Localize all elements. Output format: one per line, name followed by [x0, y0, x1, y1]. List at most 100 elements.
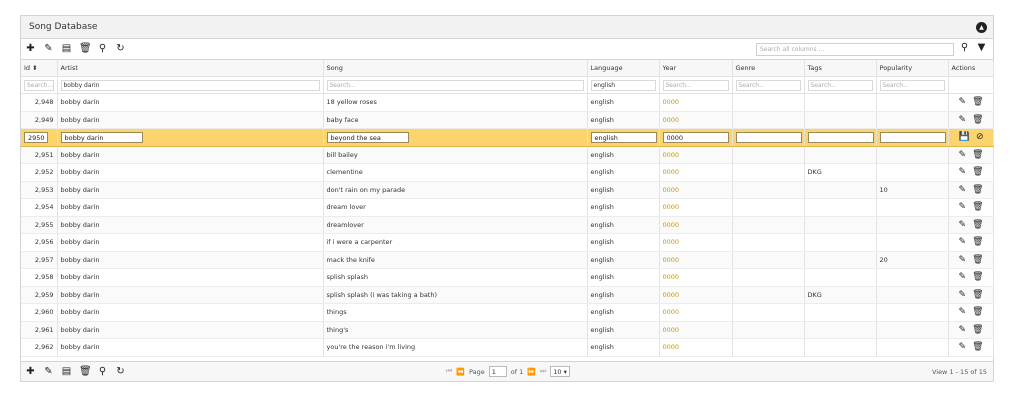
rows-per-page-select[interactable]: 10 ▾ [550, 366, 570, 377]
table-row-editing[interactable]: 2950 bobby darin beyond the sea english 0000… [21, 128, 994, 147]
filter-id-input[interactable]: Search... [24, 79, 54, 91]
plus-icon[interactable]: ✚ [25, 43, 36, 55]
column-header-year[interactable]: Year [659, 59, 733, 77]
pencil-icon[interactable]: ✎ [959, 167, 967, 177]
save-icon[interactable]: 💾 [959, 132, 970, 142]
cell-year: 0000 [659, 338, 733, 357]
table-row[interactable]: 2,962 bobby darin you're the reason i'm li… [21, 338, 994, 357]
trash-icon[interactable]: 🗑 [972, 202, 983, 212]
trash-icon[interactable]: 🗑 [972, 307, 983, 317]
cell-popularity [876, 163, 949, 182]
table-row[interactable]: 2,959 bobby darin splish splash (i was tak… [21, 286, 994, 304]
table-row[interactable]: 2,953 bobby darin don't rain on my parade e… [21, 181, 994, 199]
table-row[interactable]: 2,954 bobby darin dream lover english 0000 ✎ 🗑 [21, 198, 994, 217]
cell-year: 0000 [659, 181, 733, 199]
prev-page-icon[interactable]: ⏪ [456, 368, 465, 376]
edit-song-input[interactable]: beyond the sea [326, 131, 409, 143]
trash-icon[interactable]: 🗑 [972, 325, 983, 335]
filter-tags-input[interactable]: Search... [807, 79, 873, 91]
search-icon[interactable]: ⚲ [97, 43, 108, 55]
cell-language: english [587, 303, 660, 322]
page-number-input[interactable]: 1 [488, 366, 507, 377]
cell-song: thing's [323, 321, 588, 339]
filter-language-input[interactable]: english [590, 79, 656, 91]
trash-icon[interactable]: 🗑 [972, 150, 983, 160]
table-row[interactable]: 2,948 bobby darin 18 yellow roses english 00… [21, 93, 994, 112]
table-row[interactable]: 2,952 bobby darin clementine english 0000 DKG… [21, 163, 994, 182]
trash-icon[interactable]: 🗑 [79, 366, 92, 378]
document-icon[interactable]: ▤ [61, 366, 72, 378]
cell-artist: bobby darin [57, 321, 324, 339]
table-row[interactable]: 2,949 bobby darin baby face english 0000 ✎ 🗑 [21, 111, 994, 129]
pencil-icon[interactable]: ✎ [959, 272, 967, 282]
column-header-song[interactable]: Song [323, 59, 588, 77]
trash-icon[interactable]: 🗑 [972, 115, 983, 125]
first-page-icon[interactable]: ⏮ [446, 367, 452, 376]
filter-icon[interactable]: ▼ [976, 42, 987, 54]
refresh-icon[interactable]: ↻ [115, 366, 126, 378]
pencil-icon[interactable]: ✎ [959, 325, 967, 335]
pencil-icon[interactable]: ✎ [959, 255, 967, 265]
search-icon[interactable]: ⚲ [97, 366, 108, 378]
filter-genre-input[interactable]: Search... [735, 79, 801, 91]
trash-icon[interactable]: 🗑 [972, 272, 983, 282]
plus-icon[interactable]: ✚ [25, 366, 36, 378]
trash-icon[interactable]: 🗑 [972, 97, 983, 107]
search-icon[interactable]: ⚲ [959, 42, 970, 54]
cancel-icon[interactable]: ⊘ [976, 132, 984, 142]
filter-artist-input[interactable]: bobby darin [60, 79, 320, 91]
column-header-artist[interactable]: Artist [57, 59, 324, 77]
filter-year-input[interactable]: Search... [662, 79, 729, 91]
last-page-icon[interactable]: ⏭ [540, 367, 546, 376]
column-header-id[interactable]: Id ⬍ [21, 59, 58, 77]
edit-year-input[interactable]: 0000 [662, 131, 729, 143]
table-row[interactable]: 2,960 bobby darin things english 0000 ✎ 🗑 [21, 303, 994, 322]
column-header-genre[interactable]: Genre [732, 59, 805, 77]
edit-genre-input[interactable] [735, 131, 802, 143]
edit-language-input[interactable]: english [590, 131, 657, 143]
trash-icon[interactable]: 🗑 [972, 185, 983, 195]
next-page-icon[interactable]: ⏩ [527, 368, 536, 376]
refresh-icon[interactable]: ↻ [115, 43, 126, 55]
table-row[interactable]: 2,956 bobby darin if i were a carpenter eng… [21, 233, 994, 252]
sort-icon[interactable]: ⬍ [32, 64, 37, 72]
pencil-icon[interactable]: ✎ [959, 97, 967, 107]
edit-tags-input[interactable] [807, 131, 874, 143]
pencil-icon[interactable]: ✎ [959, 342, 967, 352]
table-row[interactable]: 2,961 bobby darin thing's english 0000 ✎ 🗑 [21, 321, 994, 339]
trash-icon[interactable]: 🗑 [972, 167, 983, 177]
edit-id-input[interactable]: 2950 [24, 131, 48, 143]
table-row[interactable]: 2,951 bobby darin bill bailey english 0000 ✎ 🗑 [21, 146, 994, 164]
pencil-icon[interactable]: ✎ [959, 290, 967, 300]
column-header-tags[interactable]: Tags [804, 59, 877, 77]
document-icon[interactable]: ▤ [61, 43, 72, 55]
pencil-icon[interactable]: ✎ [959, 237, 967, 247]
pencil-icon[interactable]: ✎ [959, 185, 967, 195]
pencil-icon[interactable]: ✎ [959, 150, 967, 160]
cell-popularity [876, 146, 949, 164]
trash-icon[interactable]: 🗑 [972, 342, 983, 352]
column-header-popularity[interactable]: Popularity [876, 59, 949, 77]
edit-artist-input[interactable]: bobby darin [60, 131, 143, 143]
table-row[interactable]: 2,958 bobby darin splish splash english 0000… [21, 268, 994, 287]
cell-id: 2,960 [21, 303, 58, 322]
pencil-icon[interactable]: ✎ [959, 202, 967, 212]
table-row[interactable]: 2,957 bobby darin mack the knife english 000… [21, 251, 994, 269]
pencil-icon[interactable]: ✎ [43, 43, 54, 55]
table-row[interactable]: 2,955 bobby darin dreamlover english 0000 ✎ 🗑 [21, 216, 994, 234]
trash-icon[interactable]: 🗑 [972, 220, 983, 230]
collapse-icon[interactable]: ▲ [976, 21, 987, 33]
trash-icon[interactable]: 🗑 [79, 43, 92, 55]
column-header-language[interactable]: Language [587, 59, 660, 77]
trash-icon[interactable]: 🗑 [972, 255, 983, 265]
pencil-icon[interactable]: ✎ [959, 220, 967, 230]
global-search-input[interactable]: Search all columns ... [756, 43, 954, 56]
filter-popularity-input[interactable]: Search... [879, 79, 945, 91]
edit-popularity-input[interactable] [879, 131, 946, 143]
pencil-icon[interactable]: ✎ [959, 115, 967, 125]
trash-icon[interactable]: 🗑 [972, 290, 983, 300]
trash-icon[interactable]: 🗑 [972, 237, 983, 247]
pencil-icon[interactable]: ✎ [43, 366, 54, 378]
pencil-icon[interactable]: ✎ [959, 307, 967, 317]
filter-song-input[interactable]: Search... [326, 79, 584, 91]
